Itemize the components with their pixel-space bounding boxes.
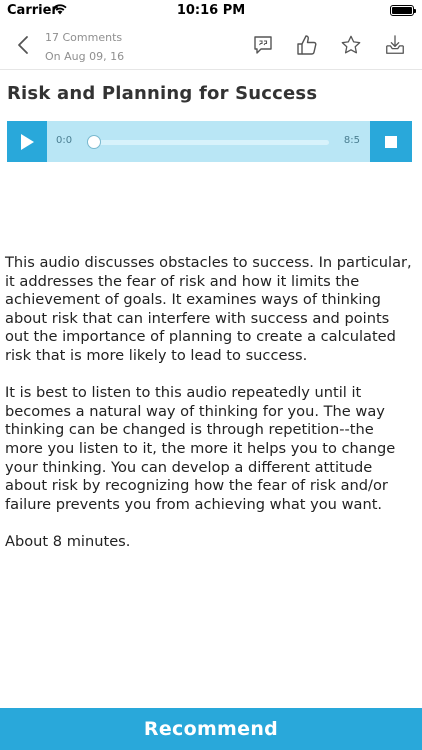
duration: 8:5 bbox=[343, 135, 360, 146]
status-time: 10:16 PM bbox=[176, 3, 246, 18]
download-button[interactable] bbox=[380, 30, 410, 60]
stop-icon bbox=[385, 135, 397, 148]
article-meta: 17 Comments On Aug 09, 16 bbox=[45, 28, 124, 66]
recommend-button[interactable]: Recommend bbox=[0, 708, 422, 750]
nav-header: 17 Comments On Aug 09, 16 bbox=[0, 22, 422, 70]
audio-player: 0:0 8:5 bbox=[7, 121, 412, 162]
article-body: This audio discusses obstacles to succes… bbox=[5, 254, 415, 570]
star-icon bbox=[341, 35, 361, 54]
like-button[interactable] bbox=[292, 30, 322, 60]
paragraph: It is best to listen to this audio repea… bbox=[5, 384, 396, 513]
action-icons bbox=[248, 30, 410, 60]
paragraph: This audio discusses obstacles to succes… bbox=[5, 254, 412, 364]
battery-icon bbox=[390, 5, 416, 16]
comment-count[interactable]: 17 Comments bbox=[45, 28, 124, 47]
download-icon bbox=[386, 35, 404, 54]
back-chevron-icon bbox=[18, 36, 28, 54]
comments-icon bbox=[254, 36, 272, 54]
current-time: 0:0 bbox=[56, 135, 73, 146]
status-bar: Carrier 10:16 PM bbox=[0, 0, 422, 22]
stop-button[interactable] bbox=[370, 121, 412, 162]
thumbs-up-icon bbox=[297, 35, 317, 55]
publish-date: On Aug 09, 16 bbox=[45, 50, 125, 63]
back-button[interactable] bbox=[12, 32, 34, 58]
comments-button[interactable] bbox=[248, 30, 278, 60]
play-icon bbox=[21, 133, 34, 150]
progress-knob[interactable] bbox=[87, 135, 101, 149]
play-button[interactable] bbox=[7, 121, 47, 162]
article-title: Risk and Planning for Success bbox=[7, 83, 318, 104]
progress-track[interactable] bbox=[93, 140, 329, 145]
favorite-button[interactable] bbox=[336, 30, 366, 60]
paragraph: About 8 minutes. bbox=[5, 532, 131, 550]
